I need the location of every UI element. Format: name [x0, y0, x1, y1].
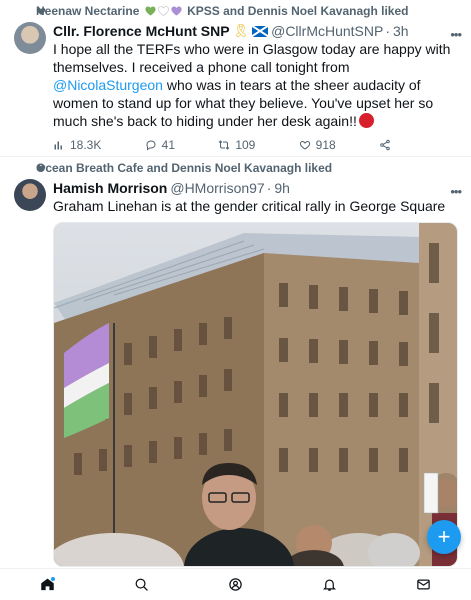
tweet-header: Cllr. Florence McHunt SNP 🎗 @CllrMcHuntS… — [53, 22, 459, 40]
social-context-prefix: Neenaw Nectarine — [36, 4, 140, 18]
tab-spaces[interactable] — [215, 569, 255, 600]
timestamp[interactable]: 9h — [274, 179, 290, 197]
author-handle[interactable]: @CllrMcHuntSNP — [271, 22, 383, 40]
tweet-photo[interactable] — [53, 222, 458, 567]
avatar[interactable] — [14, 22, 46, 54]
retweet-button[interactable]: 109 — [218, 138, 255, 152]
share-button[interactable] — [379, 139, 391, 151]
retweets-count: 109 — [235, 138, 256, 152]
reply-icon — [146, 140, 156, 151]
messages-icon — [417, 579, 431, 590]
author-handle[interactable]: @HMorrison97 — [170, 179, 264, 197]
separator: · — [266, 180, 272, 196]
likes-count: 918 — [315, 138, 336, 152]
more-options-icon[interactable]: ••• — [450, 27, 462, 42]
tweet-header: Hamish Morrison @HMorrison97 · 9h — [53, 179, 459, 197]
purple-heart-icon — [171, 6, 182, 16]
retweet-icon — [218, 140, 230, 150]
scotland-flag-icon — [252, 25, 269, 37]
social-context-text[interactable]: Ocean Breath Cafe and Dennis Noel Kavana… — [36, 161, 332, 175]
notifications-icon — [323, 579, 337, 591]
tweet-text: I hope all the TERFs who were in Glasgow… — [53, 40, 459, 130]
heart-outline-icon — [299, 140, 310, 150]
mention-link[interactable]: @NicolaSturgeon — [53, 77, 163, 93]
bottom-tab-bar — [0, 568, 471, 600]
search-icon — [135, 578, 148, 591]
replies-count: 41 — [161, 138, 176, 152]
like-button[interactable]: 918 — [299, 138, 336, 152]
white-heart-icon — [157, 6, 169, 16]
timestamp[interactable]: 3h — [393, 22, 409, 40]
yellow-ribbon-icon: 🎗 — [232, 23, 250, 38]
heart-icon — [36, 7, 46, 15]
tab-messages[interactable] — [404, 569, 444, 600]
spaces-icon — [229, 578, 242, 591]
tab-search[interactable] — [121, 569, 161, 600]
hearts-emoji — [145, 6, 182, 16]
tab-notifications[interactable] — [310, 569, 350, 600]
tweet-actions: 18.3K 41 109 918 — [53, 138, 391, 152]
photo-building-scene — [54, 223, 457, 566]
angry-face-icon — [358, 113, 374, 128]
tweet[interactable]: Neenaw Nectarine KPSS and Dennis Noel Ka… — [0, 0, 471, 157]
heart-icon — [36, 164, 46, 172]
author-name[interactable]: Hamish Morrison — [53, 179, 167, 197]
green-heart-icon — [145, 6, 156, 16]
compose-tweet-button[interactable]: + — [427, 520, 461, 554]
social-context: Neenaw Nectarine KPSS and Dennis Noel Ka… — [14, 0, 459, 22]
social-context-suffix: KPSS and Dennis Noel Kavanagh liked — [187, 4, 409, 18]
tweet-text: Graham Linehan is at the gender critical… — [53, 198, 446, 214]
views-count: 18.3K — [70, 138, 102, 152]
social-context: Ocean Breath Cafe and Dennis Noel Kavana… — [14, 157, 459, 179]
unread-indicator — [51, 576, 56, 581]
tweet[interactable]: Ocean Breath Cafe and Dennis Noel Kavana… — [0, 157, 471, 568]
separator: · — [385, 23, 391, 39]
analytics-icon — [54, 141, 62, 150]
views-button[interactable]: 18.3K — [53, 138, 101, 152]
share-icon — [380, 139, 390, 151]
more-options-icon[interactable]: ••• — [450, 184, 462, 199]
timeline-feed[interactable]: Neenaw Nectarine KPSS and Dennis Noel Ka… — [0, 0, 471, 568]
reply-button[interactable]: 41 — [145, 138, 175, 152]
author-name[interactable]: Cllr. Florence McHunt SNP — [53, 22, 230, 40]
tab-home[interactable] — [27, 569, 67, 600]
avatar[interactable] — [14, 179, 46, 211]
tweet-text-part: I hope all the TERFs who were in Glasgow… — [53, 41, 451, 75]
